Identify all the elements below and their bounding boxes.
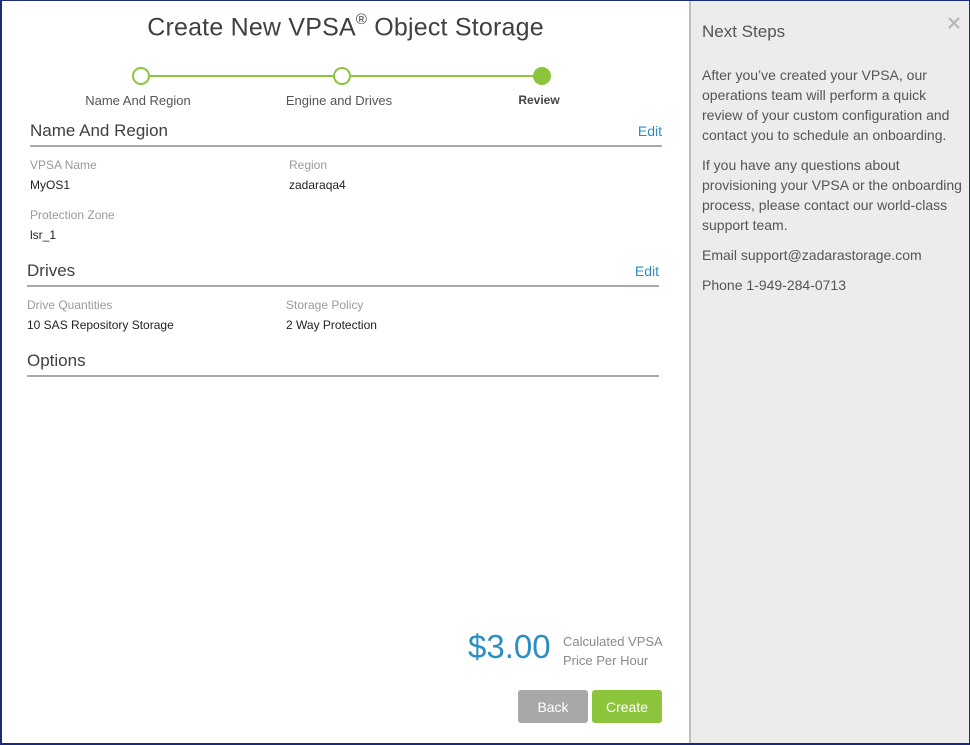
next-steps-paragraph-2: If you have any questions about provisio… [702, 157, 962, 233]
support-email: Email support@zadarastorage.com [702, 247, 922, 263]
storage-policy-label: Storage Policy [286, 298, 364, 312]
title-text: Create New VPSA [147, 13, 356, 42]
name-region-edit-link[interactable]: Edit [638, 123, 662, 139]
step-2-label[interactable]: Engine and Drives [249, 93, 429, 108]
drive-quantities-label: Drive Quantities [27, 298, 113, 312]
price-description-line-1: Calculated VPSA [563, 634, 663, 649]
drive-quantities-value: 10 SAS Repository Storage [27, 318, 174, 332]
region-label: Region [289, 158, 328, 172]
options-title: Options [27, 351, 86, 370]
price-amount: $3.00 [468, 628, 551, 665]
step-3-indicator [533, 67, 551, 85]
step-1-indicator[interactable] [132, 67, 150, 85]
drives-section-header: Drives Edit [27, 261, 659, 287]
vpsa-name-value: MyOS1 [30, 178, 71, 192]
region-value: zadaraqa4 [289, 178, 346, 192]
protection-zone-value: lsr_1 [30, 228, 57, 242]
price-description: Calculated VPSA Price Per Hour [563, 632, 663, 670]
drives-edit-link[interactable]: Edit [635, 263, 659, 279]
title-suffix: Object Storage [374, 13, 544, 42]
dialog-frame: Create New VPSA® Object Storage Name And… [0, 0, 970, 745]
registered-mark: ® [355, 11, 368, 28]
step-1-label[interactable]: Name And Region [48, 93, 228, 108]
storage-policy-value: 2 Way Protection [286, 318, 377, 332]
next-steps-title: Next Steps [702, 22, 786, 41]
step-3-label: Review [518, 93, 560, 107]
next-steps-paragraph-1: After you’ve created your VPSA, our oper… [702, 67, 950, 143]
close-icon[interactable] [946, 15, 962, 31]
vpsa-name-label: VPSA Name [30, 158, 97, 172]
support-phone: Phone 1-949-284-0713 [702, 277, 847, 293]
price-description-line-2: Price Per Hour [563, 653, 649, 668]
step-connector [351, 75, 535, 77]
drives-title: Drives [27, 261, 76, 280]
step-2-indicator[interactable] [333, 67, 351, 85]
name-region-section-header: Name And Region Edit [30, 121, 662, 147]
step-connector [150, 75, 334, 77]
create-button[interactable]: Create [592, 690, 662, 723]
back-button[interactable]: Back [518, 690, 588, 723]
wizard-main-panel: Create New VPSA® Object Storage Name And… [2, 1, 689, 743]
options-section-header: Options [27, 351, 659, 377]
wizard-stepper: Name And Region Engine and Drives Review [2, 63, 689, 113]
page-title: Create New VPSA® Object Storage [2, 11, 689, 42]
name-region-title: Name And Region [30, 121, 168, 140]
protection-zone-label: Protection Zone [30, 208, 115, 222]
next-steps-panel: Next Steps After you’ve created your VPS… [689, 1, 969, 743]
